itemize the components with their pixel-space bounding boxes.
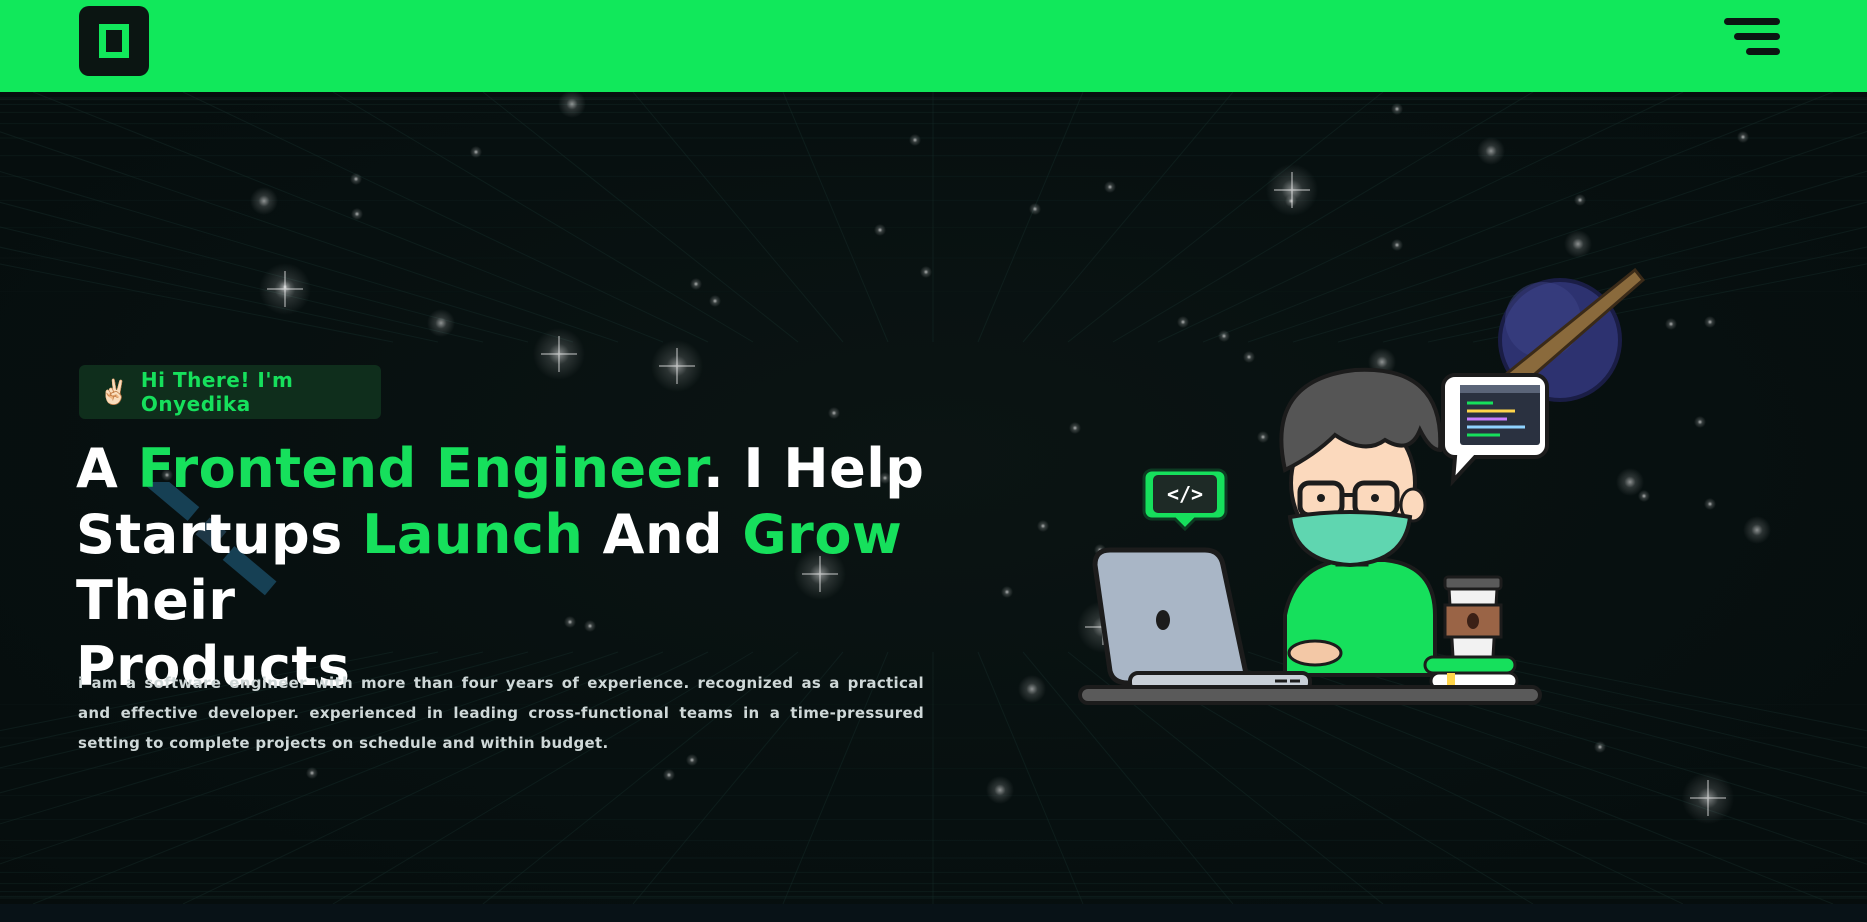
peace-hand-icon: ✌🏻 [99, 378, 129, 406]
bracket-logo-icon [99, 24, 129, 58]
greeting-badge: ✌🏻 Hi There! I'm Onyedika [79, 365, 381, 419]
code-bubble-text: </> [1167, 482, 1203, 506]
developer-illustration: </> [1078, 267, 1646, 705]
developer-character [1279, 367, 1443, 677]
headline-word: And [602, 503, 724, 566]
hamburger-menu-button[interactable] [1722, 16, 1786, 60]
hero-headline: A Frontend Engineer. I Help Startups Lau… [76, 436, 936, 700]
coffee-cup-icon [1443, 575, 1503, 659]
menu-bar-2 [1734, 33, 1780, 40]
coffee-bean-icon [1467, 613, 1479, 629]
code-bubble: </> [1142, 468, 1228, 532]
section-divider [0, 904, 1867, 922]
headline-highlight-grow: Grow [742, 503, 903, 566]
laptop-icon [1092, 547, 1312, 693]
headline-word: A [76, 437, 119, 500]
headline-highlight-launch: Launch [362, 503, 584, 566]
headline-word: . I Help [703, 437, 925, 500]
hero-bio: i am a software engineer with more than … [78, 674, 924, 752]
hamburger-menu-icon [1724, 18, 1780, 25]
headline-word: Startups [76, 503, 343, 566]
top-navbar [0, 0, 1867, 92]
greeting-text: Hi There! I'm Onyedika [140, 368, 294, 416]
headline-highlight-role: Frontend Engineer [137, 437, 704, 500]
headline-word: Their [76, 569, 236, 632]
browser-bubble-icon [1441, 373, 1549, 487]
books-icon [1423, 655, 1519, 691]
menu-bar-3 [1746, 48, 1780, 55]
logo[interactable] [79, 6, 149, 76]
desk [1078, 685, 1542, 705]
